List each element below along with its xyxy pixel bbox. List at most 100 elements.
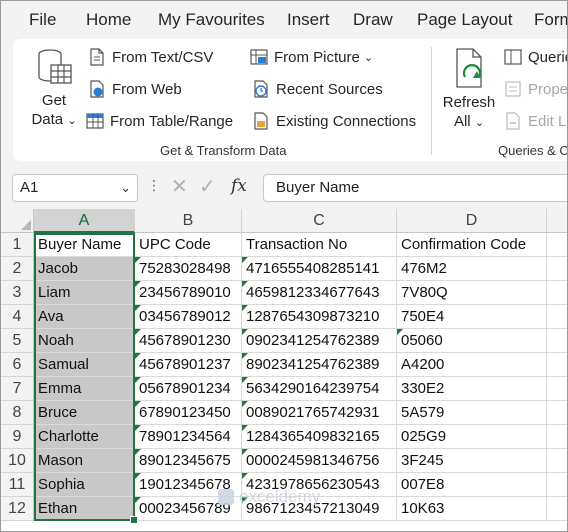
cell-a11[interactable]: Sophia	[34, 473, 135, 497]
from-text-csv-button[interactable]: From Text/CSV	[87, 47, 213, 67]
cell-d11[interactable]: 007E8	[397, 473, 547, 497]
insert-function-icon[interactable]: fx	[231, 176, 247, 196]
cell-a5[interactable]: Noah	[34, 329, 135, 353]
menu-file[interactable]: File	[29, 10, 56, 30]
row-header-5[interactable]: 5	[1, 329, 34, 353]
menu-draw[interactable]: Draw	[353, 10, 393, 30]
cell-e7[interactable]	[547, 377, 567, 401]
column-header-e[interactable]	[547, 209, 567, 233]
cell-d12[interactable]: 10K63	[397, 497, 547, 521]
from-web-button[interactable]: From Web	[87, 79, 182, 99]
cell-a2[interactable]: Jacob	[34, 257, 135, 281]
name-box[interactable]: A1 ⌄	[12, 174, 138, 202]
row-header-3[interactable]: 3	[1, 281, 34, 305]
cell-c2[interactable]: 4716555408285141	[242, 257, 397, 281]
cell-a7[interactable]: Emma	[34, 377, 135, 401]
properties-button[interactable]: Prope	[503, 79, 567, 99]
excel-window: File Home My Favourites Insert Draw Page…	[0, 0, 568, 532]
cell-c7[interactable]: 5634290164239754	[242, 377, 397, 401]
row-header-8[interactable]: 8	[1, 401, 34, 425]
cell-e12[interactable]	[547, 497, 567, 521]
cell-a6[interactable]: Samual	[34, 353, 135, 377]
column-header-c[interactable]: C	[242, 209, 397, 233]
cell-c5[interactable]: 0902341254762389	[242, 329, 397, 353]
get-data-button[interactable]: Get Data ⌄	[29, 47, 79, 128]
select-all-corner[interactable]	[1, 209, 34, 233]
row-header-9[interactable]: 9	[1, 425, 34, 449]
row-header-4[interactable]: 4	[1, 305, 34, 329]
edit-links-button[interactable]: Edit Li	[503, 111, 567, 131]
column-header-a[interactable]: A	[34, 209, 135, 233]
from-table-range-button[interactable]: From Table/Range	[85, 111, 233, 131]
from-picture-button[interactable]: From Picture ⌄	[249, 47, 373, 67]
cell-e1[interactable]	[547, 233, 567, 257]
queries-connections-button[interactable]: Querie	[503, 47, 567, 67]
cell-b2[interactable]: 75283028498	[135, 257, 242, 281]
cell-c10[interactable]: 0000245981346756	[242, 449, 397, 473]
cell-d8[interactable]: 5A579	[397, 401, 547, 425]
cell-d9[interactable]: 025G9	[397, 425, 547, 449]
row-header-12[interactable]: 12	[1, 497, 34, 521]
row-header-1[interactable]: 1	[1, 233, 34, 257]
cell-d1[interactable]: Confirmation Code	[397, 233, 547, 257]
cell-b9[interactable]: 78901234564	[135, 425, 242, 449]
cell-c4[interactable]: 1287654309873210	[242, 305, 397, 329]
cell-b5[interactable]: 45678901230	[135, 329, 242, 353]
cell-b7[interactable]: 05678901234	[135, 377, 242, 401]
more-options-icon[interactable]: ⋮	[147, 177, 161, 194]
column-header-b[interactable]: B	[135, 209, 242, 233]
queries-label: Querie	[528, 48, 567, 66]
enter-check-icon[interactable]: ✓	[199, 174, 216, 199]
cell-d10[interactable]: 3F245	[397, 449, 547, 473]
cell-d3[interactable]: 7V80Q	[397, 281, 547, 305]
cell-c3[interactable]: 4659812334677643	[242, 281, 397, 305]
cell-b3[interactable]: 23456789010	[135, 281, 242, 305]
cell-a12[interactable]: Ethan	[34, 497, 135, 521]
cell-a1[interactable]: Buyer Name	[34, 233, 135, 257]
cell-e10[interactable]	[547, 449, 567, 473]
cell-a3[interactable]: Liam	[34, 281, 135, 305]
cell-e2[interactable]	[547, 257, 567, 281]
menu-home[interactable]: Home	[86, 10, 131, 30]
cancel-icon[interactable]: ✕	[171, 174, 188, 199]
cell-d6[interactable]: A4200	[397, 353, 547, 377]
cell-e9[interactable]	[547, 425, 567, 449]
existing-connections-button[interactable]: Existing Connections	[251, 111, 416, 131]
cell-c1[interactable]: Transaction No	[242, 233, 397, 257]
cell-b10[interactable]: 89012345675	[135, 449, 242, 473]
cell-e8[interactable]	[547, 401, 567, 425]
cell-b6[interactable]: 45678901237	[135, 353, 242, 377]
refresh-all-button[interactable]: Refresh All ⌄	[439, 47, 499, 131]
row-header-10[interactable]: 10	[1, 449, 34, 473]
cell-d5[interactable]: 05060	[397, 329, 547, 353]
cell-b4[interactable]: 03456789012	[135, 305, 242, 329]
row-header-2[interactable]: 2	[1, 257, 34, 281]
cell-a4[interactable]: Ava	[34, 305, 135, 329]
row-header-6[interactable]: 6	[1, 353, 34, 377]
menu-insert[interactable]: Insert	[287, 10, 330, 30]
cell-a10[interactable]: Mason	[34, 449, 135, 473]
cell-b1[interactable]: UPC Code	[135, 233, 242, 257]
cell-b8[interactable]: 67890123450	[135, 401, 242, 425]
cell-c8[interactable]: 0089021765742931	[242, 401, 397, 425]
cell-e4[interactable]	[547, 305, 567, 329]
cell-e5[interactable]	[547, 329, 567, 353]
cell-d7[interactable]: 330E2	[397, 377, 547, 401]
cell-e3[interactable]	[547, 281, 567, 305]
cell-a8[interactable]: Bruce	[34, 401, 135, 425]
row-header-7[interactable]: 7	[1, 377, 34, 401]
column-header-d[interactable]: D	[397, 209, 547, 233]
cell-e6[interactable]	[547, 353, 567, 377]
menu-formulas[interactable]: Form	[534, 10, 567, 30]
cell-c6[interactable]: 8902341254762389	[242, 353, 397, 377]
cell-d4[interactable]: 750E4	[397, 305, 547, 329]
menu-my-favourites[interactable]: My Favourites	[158, 10, 265, 30]
cell-c9[interactable]: 1284365409832165	[242, 425, 397, 449]
formula-input[interactable]: Buyer Name	[263, 174, 567, 202]
cell-e11[interactable]	[547, 473, 567, 497]
row-header-11[interactable]: 11	[1, 473, 34, 497]
menu-page-layout[interactable]: Page Layout	[417, 10, 512, 30]
recent-sources-button[interactable]: Recent Sources	[251, 79, 383, 99]
cell-d2[interactable]: 476M2	[397, 257, 547, 281]
cell-a9[interactable]: Charlotte	[34, 425, 135, 449]
